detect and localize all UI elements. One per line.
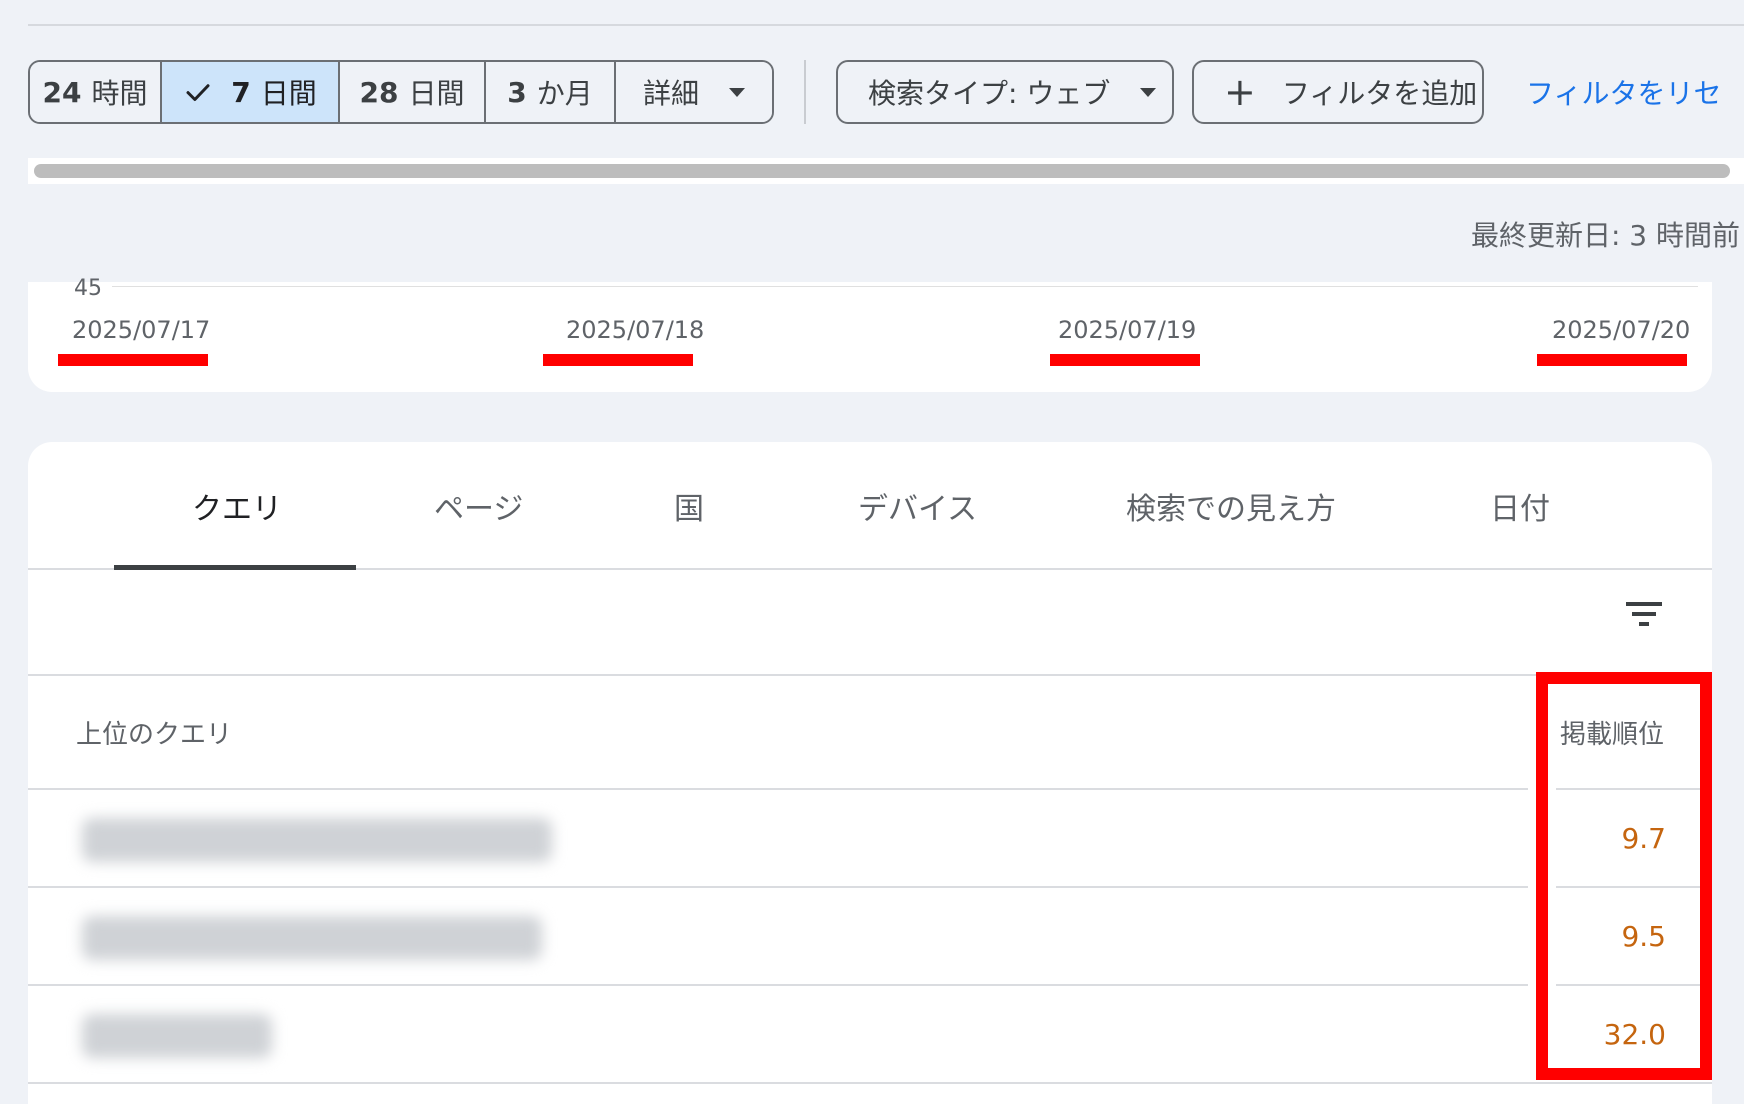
active-tab-indicator [114,565,356,570]
top-divider [28,24,1744,26]
redacted-query-text [82,916,542,960]
range-unit: か月 [536,77,593,110]
row-divider [28,674,1712,676]
tab-search-appearance[interactable]: 検索での見え方 [1126,484,1336,528]
row-divider [28,886,1528,888]
date-range-selector: 24 時間 7 日間 28 日間 3 か月 詳細 [28,60,774,124]
chart-gridline [112,286,1698,287]
tab-queries[interactable]: クエリ [192,484,282,528]
position-value: 9.7 [1621,822,1666,855]
x-axis-tick: 2025/07/18 [566,316,705,344]
add-filter-label: フィルタを追加 [1281,77,1478,110]
range-number: 24 [42,75,82,109]
date-highlight-mark [1537,354,1687,366]
position-value: 9.5 [1621,920,1666,953]
search-type-label: 検索タイプ: ウェブ [868,77,1111,110]
redacted-query-text [82,818,552,862]
performance-chart: 45 2025/07/17 2025/07/18 2025/07/19 2025… [28,278,1712,392]
y-axis-tick: 45 [74,276,102,301]
row-divider [1556,984,1700,986]
detail-label: 詳細 [642,77,699,110]
range-3-months[interactable]: 3 か月 [486,62,616,122]
range-unit: 日間 [260,77,317,110]
column-header-position[interactable]: 掲載順位 [1560,714,1664,751]
last-updated-text: 最終更新日: 3 時間前 [1470,219,1740,252]
range-number: 7 [231,75,251,109]
date-highlight-mark [543,354,693,366]
tab-dates[interactable]: 日付 [1490,484,1550,528]
range-28-days[interactable]: 28 日間 [340,62,486,122]
range-7-days[interactable]: 7 日間 [162,62,340,122]
add-filter-button[interactable]: + フィルタを追加 [1192,60,1484,124]
tab-pages[interactable]: ページ [434,484,523,528]
caret-down-icon [729,87,745,97]
position-value: 32.0 [1603,1018,1666,1051]
column-header-top-queries[interactable]: 上位のクエリ [76,714,232,751]
row-divider [1556,788,1700,790]
filter-list-icon[interactable] [1626,600,1662,628]
caret-down-icon [1140,87,1157,97]
range-detail-dropdown[interactable]: 詳細 [616,62,772,122]
scrollbar-thumb[interactable] [34,164,1730,178]
plus-icon: + [1224,70,1256,114]
x-axis-tick: 2025/07/19 [1058,316,1197,344]
row-divider [1556,886,1700,888]
horizontal-scrollbar[interactable] [28,158,1744,184]
range-24-hours[interactable]: 24 時間 [30,62,162,122]
x-axis-tick: 2025/07/20 [1552,316,1691,344]
tab-countries[interactable]: 国 [674,484,704,528]
date-highlight-mark [58,354,208,366]
dimension-tabs: クエリ ページ 国 デバイス 検索での見え方 日付 [28,442,1712,570]
row-divider [28,1082,1712,1084]
toolbar-divider [804,60,806,124]
row-divider [28,984,1528,986]
range-number: 3 [507,75,527,109]
redacted-query-text [82,1014,272,1058]
range-unit: 日間 [408,77,465,110]
tab-devices[interactable]: デバイス [858,484,977,528]
reset-filter-link[interactable]: フィルタをリセ [1526,72,1721,112]
range-number: 28 [359,75,399,109]
date-highlight-mark [1050,354,1200,366]
x-axis-tick: 2025/07/17 [72,316,211,344]
date-filter-toolbar: 24 時間 7 日間 28 日間 3 か月 詳細 検索タイプ: ウェブ + フィ… [28,60,1721,124]
queries-table-card: クエリ ページ 国 デバイス 検索での見え方 日付 上位のクエリ 掲載順位 9.… [28,442,1712,1104]
search-type-dropdown[interactable]: 検索タイプ: ウェブ [836,60,1174,124]
range-unit: 時間 [91,77,148,110]
row-divider [28,788,1528,790]
check-icon [186,84,210,101]
